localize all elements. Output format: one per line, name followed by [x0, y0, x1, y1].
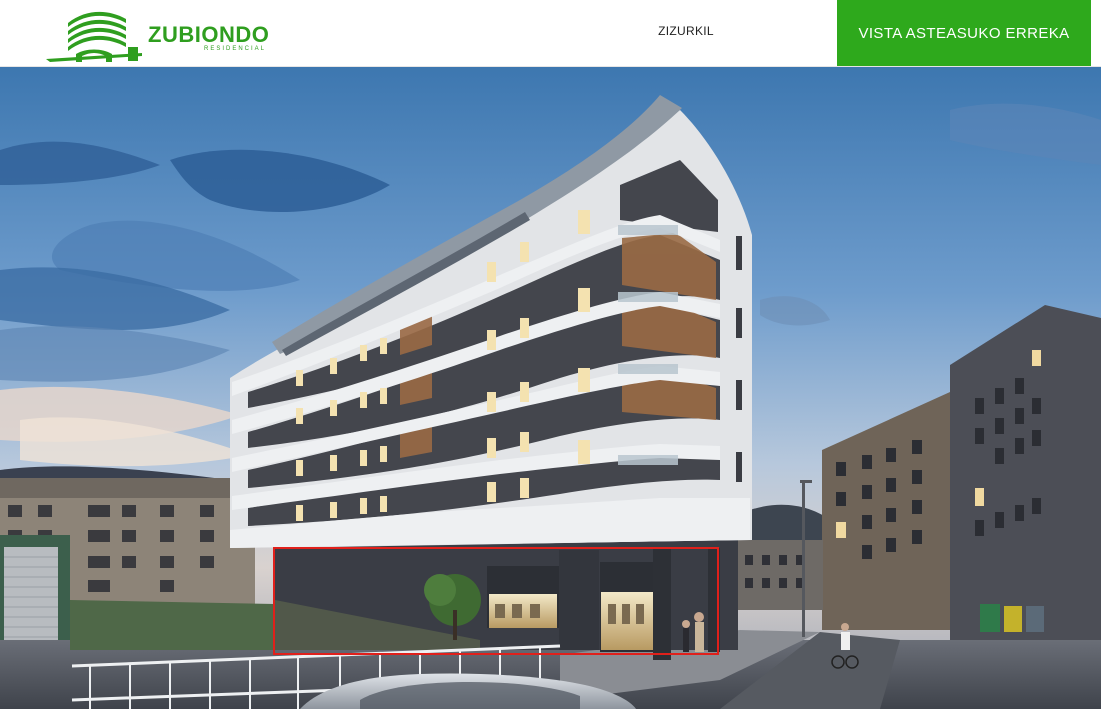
site-header: ZUBIONDO RESIDENCIAL ZIZURKIL VISTA ASTE… — [0, 0, 1101, 67]
logo-subtitle: RESIDENCIAL — [204, 46, 267, 52]
site-logo[interactable]: ZUBIONDO RESIDENCIAL — [46, 7, 270, 63]
cta-vista-asteasuko-erreka-button[interactable]: VISTA ASTEASUKO ERREKA — [837, 0, 1091, 66]
highlight-box-ground-floor-shops — [273, 547, 719, 655]
hero-image — [0, 67, 1101, 709]
logo-name: ZUBIONDO — [148, 22, 270, 47]
logo-icon — [46, 11, 142, 62]
page: ZUBIONDO RESIDENCIAL ZIZURKIL VISTA ASTE… — [0, 0, 1101, 709]
nav-link-zizurkil[interactable]: ZIZURKIL — [636, 24, 736, 38]
